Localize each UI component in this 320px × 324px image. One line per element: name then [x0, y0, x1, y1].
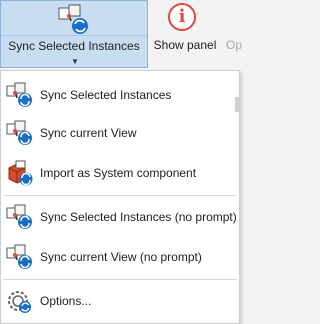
sync-view-icon [6, 244, 32, 269]
sync-selected-instances-split-button[interactable]: Sync Selected Instances ▼ [0, 0, 148, 68]
menu-item-label: Sync current View (no prompt) [40, 250, 202, 264]
split-button-main[interactable] [1, 1, 147, 36]
menu-item-import-system-component[interactable]: Import as System component [1, 155, 239, 191]
sync-instances-icon [6, 204, 32, 229]
import-component-icon [8, 160, 33, 186]
info-icon: i [168, 3, 196, 31]
menu-separator [3, 195, 237, 196]
chevron-down-icon[interactable]: ▼ [71, 57, 79, 66]
menu-item-label: Sync Selected Instances [40, 88, 172, 102]
menu-item-options[interactable]: Options... [1, 283, 239, 319]
menu-item-label: Options... [40, 294, 92, 308]
sync-instances-icon [6, 82, 32, 107]
sync-button-label: Sync Selected Instances [8, 39, 140, 53]
menu-separator [3, 279, 237, 280]
menu-item-label: Import as System component [40, 166, 197, 180]
menu-item-sync-selected-instances-no-prompt[interactable]: Sync Selected Instances (no prompt) [1, 199, 239, 235]
ribbon: Sync Selected Instances ▼ i Show panel O… [0, 0, 242, 70]
ribbon-truncated-button-label[interactable]: Op [226, 38, 242, 52]
sync-view-icon [6, 120, 32, 145]
menu-item-label: Sync current View [40, 126, 137, 140]
menu-item-label: Sync Selected Instances (no prompt) [40, 210, 237, 224]
sync-instances-icon [58, 4, 88, 34]
menu-item-sync-selected-instances[interactable]: Sync Selected Instances [1, 77, 239, 113]
options-gear-icon [8, 291, 31, 313]
menu-item-sync-current-view-no-prompt[interactable]: Sync current View (no prompt) [1, 239, 239, 275]
show-panel-label: Show panel [153, 38, 217, 52]
menu-item-sync-current-view[interactable]: Sync current View [1, 115, 239, 151]
sync-dropdown-menu: Sync Selected Instances Sync current Vie… [0, 70, 240, 324]
show-panel-button[interactable]: i Show panel [150, 0, 220, 68]
